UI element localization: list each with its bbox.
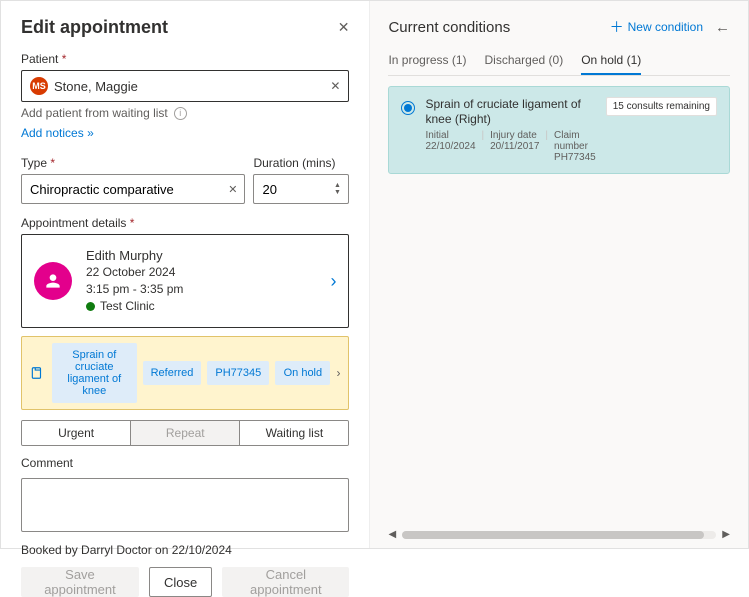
- tab-discharged[interactable]: Discharged (0): [485, 47, 564, 75]
- cancel-appointment-button: Cancel appointment: [222, 567, 349, 597]
- condition-icon: [30, 366, 46, 380]
- back-arrow-icon[interactable]: ←: [715, 19, 730, 36]
- type-label: Type *: [21, 156, 245, 170]
- condition-radio[interactable]: [401, 101, 415, 115]
- status-toggle-group: Urgent Repeat Waiting list: [21, 420, 349, 446]
- page-title: Edit appointment: [21, 17, 168, 38]
- type-input[interactable]: [21, 174, 245, 204]
- tag-condition[interactable]: Sprain of cruciate ligament of knee: [52, 343, 137, 403]
- new-condition-button[interactable]: ＋New condition: [610, 17, 703, 37]
- condition-initial: Initial 22/10/2024: [425, 130, 475, 163]
- condition-card[interactable]: Sprain of cruciate ligament of knee (Rig…: [388, 86, 730, 174]
- consults-badge: 15 consults remaining: [606, 97, 717, 116]
- edit-appointment-pane: Edit appointment ✕ Patient * MS Stone, M…: [1, 1, 369, 548]
- practitioner-name: Edith Murphy: [86, 247, 316, 264]
- tab-in-progress[interactable]: In progress (1): [388, 47, 466, 75]
- details-label: Appointment details *: [21, 216, 349, 230]
- save-button: Save appointment: [21, 567, 139, 597]
- condition-tag-bar: Sprain of cruciate ligament of knee Refe…: [21, 336, 349, 410]
- waiting-list-hint: Add patient from waiting list: [21, 106, 168, 120]
- comment-label: Comment: [21, 456, 349, 470]
- scroll-left-icon[interactable]: ◀: [388, 529, 396, 540]
- tag-referred[interactable]: Referred: [143, 361, 202, 385]
- condition-injury: Injury date 20/11/2017: [490, 130, 539, 163]
- toggle-repeat: Repeat: [131, 421, 240, 445]
- horizontal-scrollbar[interactable]: ◀ ▶: [388, 525, 730, 540]
- appointment-details-card[interactable]: Edith Murphy 22 October 2024 3:15 pm - 3…: [21, 234, 349, 328]
- patient-avatar: MS: [30, 77, 48, 95]
- patient-field[interactable]: MS Stone, Maggie ✕: [21, 70, 349, 102]
- clinic-name: Test Clinic: [100, 298, 155, 315]
- clear-patient-icon[interactable]: ✕: [330, 79, 340, 93]
- patient-label: Patient *: [21, 52, 349, 66]
- tab-on-hold[interactable]: On hold (1): [581, 47, 641, 75]
- plus-icon: ＋: [610, 17, 624, 37]
- toggle-urgent[interactable]: Urgent: [22, 421, 131, 445]
- duration-label: Duration (mins): [253, 156, 349, 170]
- chevron-right-icon: ›: [330, 271, 336, 292]
- appointment-time: 3:15 pm - 3:35 pm: [86, 281, 316, 298]
- conditions-title: Current conditions: [388, 19, 609, 36]
- practitioner-avatar-icon: [34, 262, 72, 300]
- comment-textarea[interactable]: [21, 478, 349, 532]
- conditions-pane: Current conditions ＋New condition ← In p…: [369, 1, 748, 548]
- tag-claim[interactable]: PH77345: [207, 361, 269, 385]
- duration-spinner[interactable]: ▲▼: [329, 174, 345, 204]
- info-icon[interactable]: i: [174, 107, 187, 120]
- close-icon[interactable]: ✕: [338, 19, 350, 36]
- clear-type-icon[interactable]: ✕: [228, 174, 237, 204]
- chevron-right-icon[interactable]: ›: [336, 366, 340, 380]
- scroll-right-icon[interactable]: ▶: [722, 529, 730, 540]
- booked-by-text: Booked by Darryl Doctor on 22/10/2024: [21, 543, 349, 557]
- condition-claim: Claim number PH77345: [554, 130, 596, 163]
- patient-name: Stone, Maggie: [54, 79, 138, 94]
- appointment-date: 22 October 2024: [86, 264, 316, 281]
- close-button[interactable]: Close: [149, 567, 212, 597]
- add-notices-link[interactable]: Add notices »: [21, 126, 92, 140]
- condition-title: Sprain of cruciate ligament of knee (Rig…: [425, 97, 595, 127]
- tag-onhold[interactable]: On hold: [275, 361, 330, 385]
- toggle-waiting[interactable]: Waiting list: [240, 421, 348, 445]
- status-dot-icon: [86, 302, 95, 311]
